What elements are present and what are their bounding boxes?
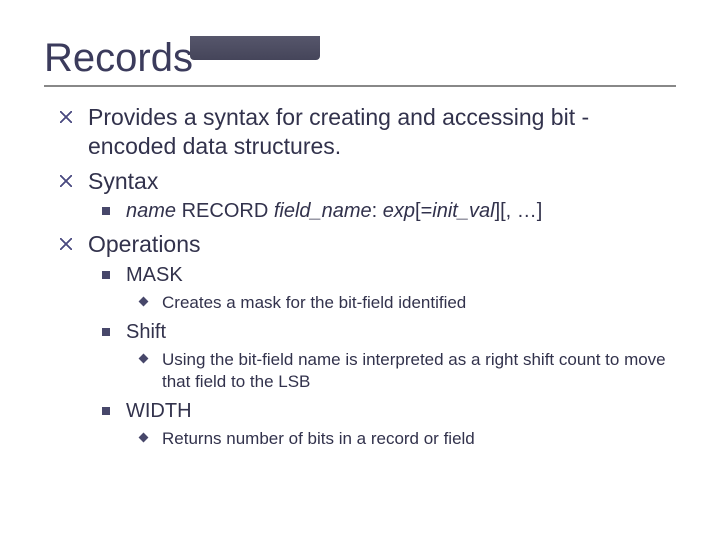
syntax-exp: exp xyxy=(383,200,415,222)
op-label: Shift xyxy=(126,321,166,343)
syntax-close: ][, …] xyxy=(495,200,543,222)
bullet-list-level3: Using the bit-field name is interpreted … xyxy=(126,349,676,393)
syntax-fieldname: field_name xyxy=(274,200,372,222)
slide-title: Records xyxy=(44,36,720,81)
op-mask-desc: Creates a mask for the bit-field identif… xyxy=(140,292,676,314)
bullet-list-level1: Provides a syntax for creating and acces… xyxy=(60,103,676,450)
bullet-list-level2: name RECORD field_name: exp[=init_val][,… xyxy=(88,199,676,224)
bullet-syntax: Syntax name RECORD field_name: exp[=init… xyxy=(60,167,676,225)
op-width-desc: Returns number of bits in a record or fi… xyxy=(140,428,676,450)
op-shift-desc: Using the bit-field name is interpreted … xyxy=(140,349,676,393)
bullet-text: Operations xyxy=(88,231,201,257)
bullet-operations: Operations MASK Creates a mask for the b… xyxy=(60,230,676,450)
bullet-provides: Provides a syntax for creating and acces… xyxy=(60,103,676,161)
op-width: WIDTH Returns number of bits in a record… xyxy=(102,399,676,450)
bullet-text: Provides a syntax for creating and acces… xyxy=(88,104,589,159)
op-mask: MASK Creates a mask for the bit-field id… xyxy=(102,263,676,314)
bullet-text: Syntax xyxy=(88,168,158,194)
bullet-list-level3: Returns number of bits in a record or fi… xyxy=(126,428,676,450)
op-shift: Shift Using the bit-field name is interp… xyxy=(102,320,676,393)
syntax-record: RECORD xyxy=(176,200,274,222)
syntax-eqopen: [= xyxy=(415,200,432,222)
syntax-name: name xyxy=(126,200,176,222)
syntax-line: name RECORD field_name: exp[=init_val][,… xyxy=(102,199,676,224)
syntax-colon: : xyxy=(372,200,383,222)
syntax-initval: init_val xyxy=(432,200,494,222)
slide: Records Provides a syntax for creating a… xyxy=(0,36,720,540)
op-label: WIDTH xyxy=(126,400,192,422)
bullet-list-level2: MASK Creates a mask for the bit-field id… xyxy=(88,263,676,450)
bullet-list-level3: Creates a mask for the bit-field identif… xyxy=(126,292,676,314)
slide-body: Provides a syntax for creating and acces… xyxy=(60,103,676,450)
decorative-bar xyxy=(190,36,320,60)
op-label: MASK xyxy=(126,264,183,286)
title-rule xyxy=(44,85,676,87)
